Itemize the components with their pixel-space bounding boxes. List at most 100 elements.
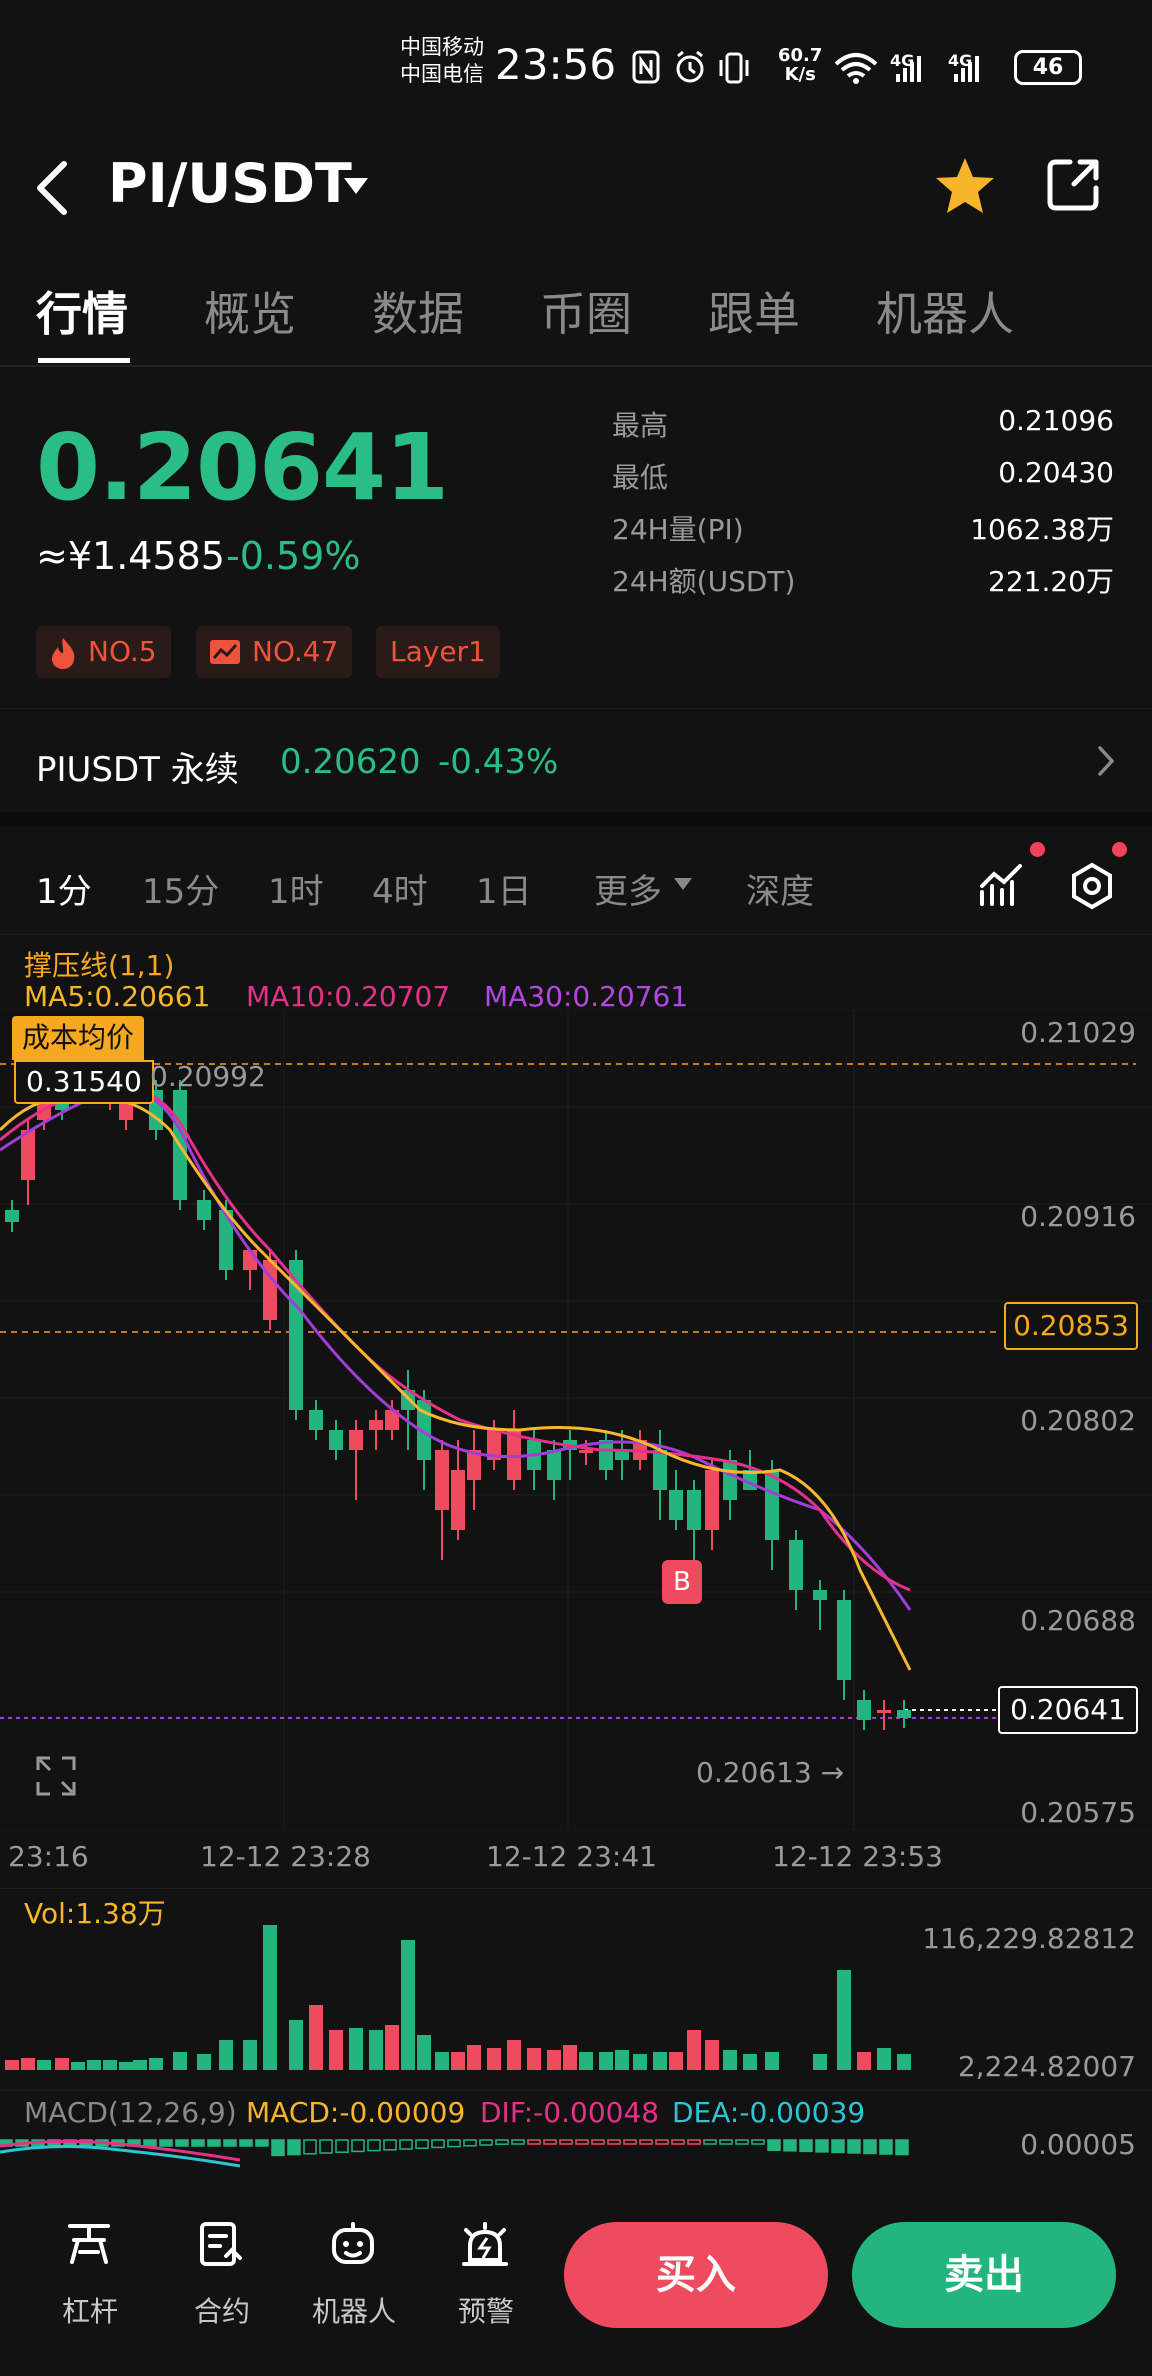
candle-body [21, 1130, 35, 1180]
macd-bar [191, 2139, 205, 2147]
volume-bar [687, 2030, 701, 2070]
leverage-icon[interactable] [66, 2220, 112, 2268]
high-marker: 0.20992 [150, 1060, 266, 1093]
alert-icon[interactable] [460, 2220, 510, 2268]
macd-chart [0, 2139, 909, 2168]
buy-button[interactable]: 买入 [564, 2222, 828, 2328]
volume-bar [243, 2040, 257, 2070]
volume-bar [329, 2030, 343, 2070]
volume-bar [653, 2052, 667, 2070]
buy-trade-marker[interactable]: B [662, 1560, 702, 1604]
macd-bar [623, 2139, 637, 2145]
interval-1h[interactable]: 1时 [268, 864, 324, 913]
macd-bar [159, 2139, 173, 2147]
candle-body [837, 1600, 851, 1680]
interval-1m[interactable]: 1分 [36, 864, 92, 913]
perpetual-label[interactable]: PIUSDT 永续 [36, 742, 239, 791]
tab-bot[interactable]: 机器人 [876, 278, 1014, 344]
macd-axis: 0.00005 [1020, 2128, 1136, 2161]
interval-15m[interactable]: 15分 [142, 864, 219, 913]
interval-1d[interactable]: 1日 [476, 864, 532, 913]
fullscreen-icon[interactable] [36, 1756, 76, 1796]
interval-4h[interactable]: 4时 [372, 864, 428, 913]
macd-bar [863, 2139, 877, 2155]
robot-icon[interactable] [328, 2220, 378, 2268]
time-axis-tick: 12-12 23:41 [486, 1840, 657, 1873]
cost-avg-value: 0.31540 [14, 1060, 154, 1104]
volume-bar [197, 2054, 211, 2070]
perpetual-change[interactable]: -0.43% [438, 742, 558, 782]
time-axis-tick: 12-12 23:28 [200, 1840, 371, 1873]
volume-bar [705, 2040, 719, 2070]
tab-market[interactable]: 行情 [36, 278, 128, 344]
category-badge[interactable]: Layer1 [376, 626, 500, 678]
favorite-star-icon[interactable] [934, 156, 996, 216]
pair-title[interactable]: PI/USDT [108, 152, 352, 215]
candle-body [547, 1450, 561, 1480]
chevron-right-icon[interactable] [1096, 744, 1116, 778]
nav-contract[interactable]: 合约 [172, 2290, 272, 2330]
ma10-label: MA10:0.20707 [246, 980, 451, 1013]
divider [0, 2090, 1152, 2091]
volume-bar [877, 2048, 891, 2070]
contract-icon[interactable] [198, 2220, 244, 2268]
volume-bar [723, 2050, 737, 2070]
candle-body [857, 1700, 871, 1720]
volume-bar [633, 2054, 647, 2070]
candle-body [705, 1470, 719, 1530]
candle-body [451, 1470, 465, 1530]
rank-badge[interactable]: NO.5 [36, 626, 171, 678]
macd-bar [607, 2139, 621, 2145]
sr-line-label: 撑压线(1,1) [24, 949, 175, 982]
macd-bar [351, 2139, 365, 2153]
macd-bar [143, 2139, 157, 2147]
macd-bar [463, 2139, 477, 2147]
volume-bar [417, 2035, 431, 2070]
nav-alert[interactable]: 预警 [436, 2290, 536, 2330]
macd-bar [559, 2139, 573, 2145]
volume-bar [765, 2052, 779, 2070]
volume-bar [21, 2058, 35, 2070]
volume-bar [837, 1970, 851, 2070]
last-price: 0.20641 [36, 414, 449, 521]
settings-hexagon-icon[interactable] [1068, 862, 1116, 910]
gainers-badge-text: NO.47 [252, 635, 339, 668]
volume-bar [5, 2060, 19, 2070]
pair-dropdown-icon[interactable] [342, 176, 370, 196]
time-axis-tick: 23:16 [8, 1840, 89, 1873]
share-icon[interactable] [1046, 156, 1102, 212]
macd-bar [591, 2139, 605, 2145]
sell-button[interactable]: 卖出 [852, 2222, 1116, 2328]
tab-community[interactable]: 币圈 [540, 278, 632, 344]
indicator-icon[interactable] [978, 862, 1024, 908]
price-change: -0.59% [226, 534, 361, 578]
gainers-badge[interactable]: NO.47 [196, 626, 353, 678]
stat-low-value: 0.20430 [998, 456, 1114, 489]
back-icon[interactable] [34, 160, 70, 216]
perpetual-price[interactable]: 0.20620 [280, 742, 421, 782]
stat-amount-value: 221.20万 [988, 565, 1114, 598]
macd-bar [783, 2139, 797, 2152]
volume-bar [599, 2052, 613, 2070]
volume-bar [857, 2052, 871, 2070]
more-dropdown-icon[interactable] [672, 876, 694, 892]
divider [0, 365, 1152, 367]
volume-bar [385, 2025, 399, 2070]
volume-bar [289, 2020, 303, 2070]
volume-bar [467, 2045, 481, 2070]
tab-data[interactable]: 数据 [372, 278, 464, 344]
stat-amount-label: 24H额(USDT) [612, 565, 796, 598]
tab-copy-trade[interactable]: 跟单 [708, 278, 800, 344]
nav-bot[interactable]: 机器人 [304, 2290, 404, 2330]
cost-avg-label: 成本均价 [12, 1016, 145, 1060]
interval-depth[interactable]: 深度 [746, 864, 814, 913]
macd-bar [799, 2139, 813, 2153]
volume-bar [615, 2050, 629, 2070]
candle-body [789, 1540, 803, 1590]
nav-leverage[interactable]: 杠杆 [40, 2290, 140, 2330]
candlestick-chart[interactable] [0, 1010, 1152, 1830]
interval-more[interactable]: 更多 [594, 864, 662, 913]
tab-overview[interactable]: 概览 [204, 278, 296, 344]
vibrate-icon [719, 52, 749, 84]
carrier-2: 中国电信 [400, 62, 484, 86]
